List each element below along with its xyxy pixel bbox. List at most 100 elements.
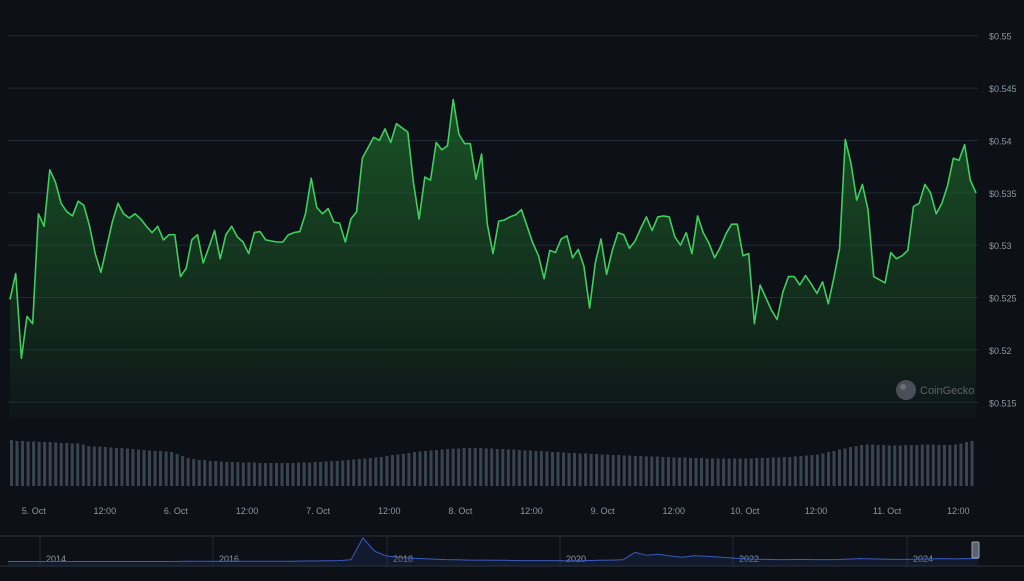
volume-bar (137, 449, 141, 486)
volume-bar (871, 444, 875, 486)
navigator-range-handle[interactable] (971, 541, 980, 559)
volume-bar (584, 453, 588, 486)
x-tick-label: 11. Oct (873, 506, 902, 516)
volume-bar (551, 452, 555, 486)
volume-bar (76, 443, 80, 486)
x-tick-label: 8. Oct (448, 506, 473, 516)
volume-bar (241, 462, 245, 486)
volume-bar (920, 444, 924, 486)
volume-bar (120, 448, 124, 486)
x-tick-label: 6. Oct (164, 506, 189, 516)
volume-bar (755, 458, 759, 486)
volume-bar (738, 458, 742, 486)
volume-bar (374, 457, 378, 486)
y-tick-label: $0.535 (989, 189, 1017, 199)
volume-bar (573, 453, 577, 486)
volume-bar (689, 458, 693, 486)
volume-bar (578, 453, 582, 486)
volume-bar (959, 443, 963, 486)
volume-bar (269, 463, 273, 486)
volume-bar (87, 446, 91, 486)
volume-bar (876, 445, 880, 486)
volume-bar (484, 448, 488, 486)
volume-bar (407, 453, 411, 486)
volume-bar (390, 455, 394, 486)
volume-bar (81, 444, 85, 486)
volume-bar (843, 448, 847, 486)
x-tick-label: 12:00 (947, 506, 970, 516)
volume-bar (192, 459, 196, 486)
volume-bar (495, 449, 499, 486)
volume-bar (793, 456, 797, 486)
volume-bar (335, 461, 339, 486)
x-tick-label: 12:00 (236, 506, 259, 516)
volume-bar (468, 448, 472, 486)
volume-bar (170, 452, 174, 486)
volume-bar (230, 462, 234, 486)
volume-bar (749, 458, 753, 486)
volume-bar (595, 454, 599, 486)
chart-container: $0.515 $0.52 $0.525 $0.53 $0.535 $0.54 $0.545 $… (0, 0, 1024, 576)
volume-bar (214, 461, 218, 486)
volume-bar (633, 456, 637, 486)
navigator[interactable]: 2014 2016 2018 2020 2022 2024 (0, 535, 1024, 567)
volume-bar (59, 443, 63, 486)
volume-bar (666, 457, 670, 486)
volume-bar (197, 460, 201, 486)
x-tick-label: 7. Oct (306, 506, 331, 516)
volume-bar (523, 450, 527, 486)
volume-bar (396, 454, 400, 486)
volume-bar (942, 445, 946, 486)
volume-bar (37, 442, 41, 486)
volume-bar (252, 462, 256, 486)
volume-bar (175, 454, 179, 486)
volume-bar (700, 458, 704, 486)
volume-bar (208, 461, 212, 486)
volume-bar (258, 463, 262, 486)
volume-bar (263, 463, 267, 486)
volume-bar (804, 455, 808, 486)
volume-bar (727, 458, 731, 486)
volume-bar (473, 448, 477, 486)
volume-bar (236, 462, 240, 486)
volume-bar (655, 456, 659, 486)
volume-bar (904, 445, 908, 486)
volume-bar (418, 451, 422, 486)
volume-bar (297, 462, 301, 486)
volume-bar (341, 460, 345, 486)
volume-bar (26, 441, 30, 486)
volume-bar (854, 446, 858, 486)
volume-bar (357, 459, 361, 486)
volume-bar (744, 458, 748, 486)
volume-bar (462, 448, 466, 486)
y-tick-label: $0.525 (989, 294, 1017, 304)
volume-bar (131, 449, 135, 486)
volume-bar (815, 454, 819, 486)
navigator-line (8, 537, 979, 562)
x-tick-label: 12:00 (662, 506, 685, 516)
volume-bar (225, 462, 229, 486)
volume-bar (490, 448, 494, 486)
volume-bar (21, 441, 25, 486)
volume-bar (600, 454, 604, 486)
volume-bar (48, 442, 52, 486)
y-tick-label: $0.55 (989, 32, 1012, 42)
volume-bar (650, 456, 654, 486)
volume-bar (909, 445, 913, 486)
volume-bar (203, 460, 207, 486)
volume-bar (401, 454, 405, 486)
volume-bar (716, 458, 720, 486)
volume-bar (898, 445, 902, 486)
volume-bar (54, 442, 58, 486)
volume-bar (65, 443, 69, 486)
volume-bar (291, 463, 295, 486)
volume-bar (611, 455, 615, 486)
x-tick-label: 12:00 (805, 506, 828, 516)
volume-bar (672, 457, 676, 486)
volume-bar (799, 456, 803, 486)
volume-bar (821, 453, 825, 486)
volume-bar (705, 458, 709, 486)
volume-bar (219, 461, 223, 486)
y-tick-label: $0.52 (989, 346, 1012, 356)
price-area (10, 99, 976, 418)
